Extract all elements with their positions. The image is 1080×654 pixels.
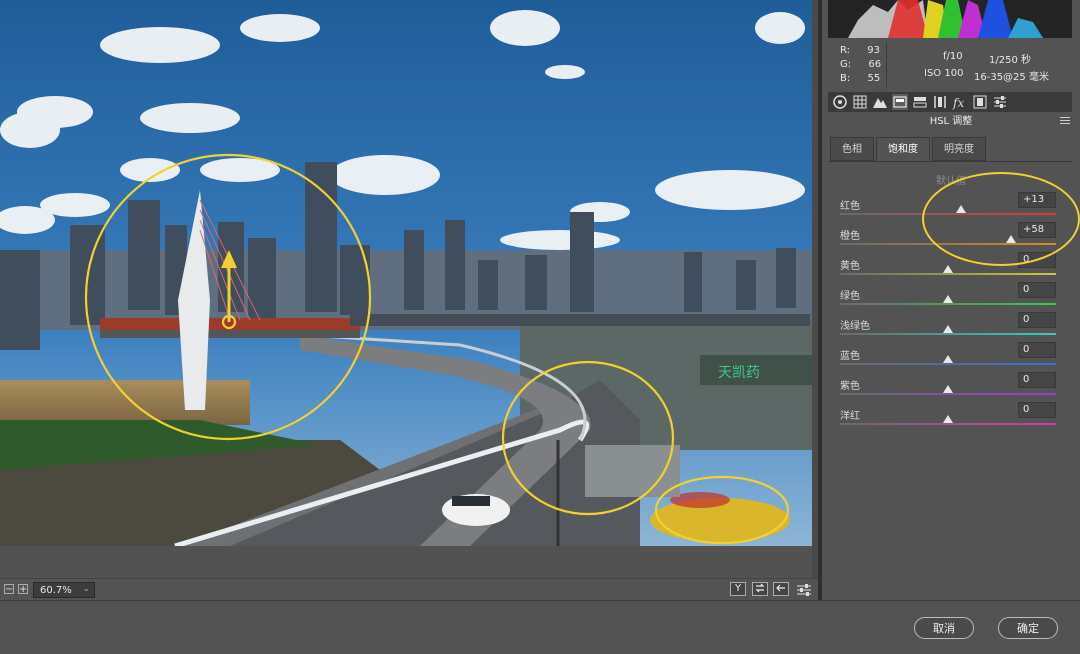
readout-divider bbox=[886, 43, 887, 87]
preview-settings-button[interactable] bbox=[796, 582, 812, 596]
slider-track[interactable] bbox=[840, 273, 1056, 275]
chevron-down-icon: ⌄ bbox=[82, 584, 90, 594]
shutter-speed: 1/250 秒 bbox=[989, 55, 1031, 66]
r-value: 93 bbox=[867, 45, 881, 56]
zoom-select[interactable]: 60.7% ⌄ bbox=[33, 582, 95, 598]
detail-tab-button[interactable] bbox=[872, 94, 888, 110]
slider-thumb[interactable] bbox=[943, 355, 953, 363]
slider-label: 浅绿色 bbox=[840, 321, 870, 332]
slider-label: 橙色 bbox=[840, 231, 860, 242]
tab-luminance[interactable]: 明亮度 bbox=[932, 137, 986, 161]
ok-button[interactable]: 确定 bbox=[998, 617, 1058, 639]
slider-track[interactable] bbox=[840, 243, 1056, 245]
panel-title: HSL 调整 bbox=[929, 116, 973, 127]
before-after-button[interactable]: Y bbox=[730, 582, 746, 596]
b-label: B: bbox=[840, 73, 851, 84]
slider-label: 红色 bbox=[840, 201, 860, 212]
zoom-value: 60.7% bbox=[40, 585, 72, 596]
pixel-readout: R: 93 G: 66 B: 55 f/10 1/250 秒 ISO 100 16-3… bbox=[828, 41, 1072, 90]
dialog-footer: 取消 确定 bbox=[0, 600, 1080, 654]
arrow-left-icon bbox=[776, 584, 785, 592]
zoom-out-button[interactable]: − bbox=[4, 584, 14, 595]
b-value: 55 bbox=[867, 73, 881, 84]
panel-menu-icon[interactable] bbox=[1060, 117, 1070, 125]
slider-value-input[interactable]: 0 bbox=[1018, 402, 1056, 418]
histogram-graph bbox=[848, 0, 1043, 38]
sliders-icon bbox=[797, 584, 811, 596]
tab-saturation[interactable]: 饱和度 bbox=[876, 137, 930, 161]
copy-settings-button[interactable] bbox=[773, 582, 789, 596]
slider-track[interactable] bbox=[840, 303, 1056, 305]
slider-thumb[interactable] bbox=[1005, 235, 1016, 243]
hsl-icon bbox=[893, 96, 907, 108]
hsl-tab-button[interactable] bbox=[892, 94, 908, 110]
calibration-tab-button[interactable] bbox=[972, 94, 988, 110]
photo-canvas: 天凯药 bbox=[0, 0, 812, 546]
slider-label: 蓝色 bbox=[840, 351, 860, 362]
slider-thumb[interactable] bbox=[943, 385, 953, 393]
swap-icon bbox=[755, 583, 765, 593]
tone-curve-tab-button[interactable] bbox=[852, 94, 868, 110]
r-label: R: bbox=[840, 45, 851, 56]
presets-tab-button[interactable] bbox=[992, 94, 1008, 110]
lens-icon bbox=[934, 96, 946, 108]
cancel-button[interactable]: 取消 bbox=[914, 617, 974, 639]
swap-settings-button[interactable] bbox=[752, 582, 768, 596]
presets-icon bbox=[994, 96, 1006, 108]
slider-value-input[interactable]: 0 bbox=[1018, 282, 1056, 298]
slider-track[interactable] bbox=[840, 333, 1056, 335]
split-tone-icon bbox=[913, 97, 927, 108]
slider-thumb[interactable] bbox=[943, 325, 953, 333]
slider-thumb[interactable] bbox=[943, 415, 953, 423]
basic-tab-button[interactable] bbox=[832, 94, 848, 110]
slider-thumb[interactable] bbox=[943, 265, 953, 273]
effects-tab-button[interactable]: fx bbox=[952, 94, 968, 110]
slider-track[interactable] bbox=[840, 393, 1056, 395]
photo-preview[interactable]: 天凯药 bbox=[0, 0, 812, 546]
adjustment-panel: R: 93 G: 66 B: 55 f/10 1/250 秒 ISO 100 16-3… bbox=[822, 0, 1080, 600]
lens: 16-35@25 毫米 bbox=[974, 72, 1049, 83]
preview-background bbox=[0, 546, 818, 578]
slider-label: 绿色 bbox=[840, 291, 860, 302]
mountain-icon bbox=[873, 98, 887, 108]
slider-value-input[interactable]: 0 bbox=[1018, 342, 1056, 358]
iso: ISO 100 bbox=[924, 68, 964, 79]
g-label: G: bbox=[840, 59, 852, 70]
slider-track[interactable] bbox=[840, 423, 1056, 425]
slider-track[interactable] bbox=[840, 363, 1056, 365]
sign-text: 天凯药 bbox=[718, 365, 760, 381]
slider-thumb[interactable] bbox=[943, 295, 953, 303]
tab-hue[interactable]: 色相 bbox=[830, 137, 874, 161]
slider-label: 洋红 bbox=[840, 411, 860, 422]
default-link[interactable]: 默认值 bbox=[822, 172, 1080, 187]
g-value: 66 bbox=[868, 59, 882, 70]
histogram bbox=[828, 0, 1072, 38]
slider-value-input[interactable]: 0 bbox=[1018, 372, 1056, 388]
slider-track[interactable] bbox=[840, 213, 1056, 215]
camera-calibration-icon bbox=[973, 95, 987, 109]
fx-icon: fx bbox=[952, 96, 964, 110]
slider-value-input[interactable]: 0 bbox=[1018, 252, 1056, 268]
slider-value-input[interactable]: +58 bbox=[1018, 222, 1056, 238]
aperture-icon bbox=[833, 95, 847, 109]
split-toning-tab-button[interactable] bbox=[912, 94, 928, 110]
panel-toolbar: fx bbox=[828, 92, 1072, 112]
slider-label: 紫色 bbox=[840, 381, 860, 392]
svg-text:fx: fx bbox=[952, 96, 964, 110]
slider-label: 黄色 bbox=[840, 261, 860, 272]
slider-value-input[interactable]: 0 bbox=[1018, 312, 1056, 328]
slider-thumb[interactable] bbox=[955, 205, 966, 213]
zoom-in-button[interactable]: + bbox=[18, 584, 28, 595]
lens-corrections-tab-button[interactable] bbox=[932, 94, 948, 110]
slider-value-input[interactable]: +13 bbox=[1018, 192, 1056, 208]
slider-row: 洋红 0 bbox=[840, 402, 1056, 437]
hsl-tabs: 色相 饱和度 明亮度 bbox=[828, 137, 1072, 162]
grid-icon bbox=[853, 95, 867, 109]
aperture: f/10 bbox=[943, 51, 963, 62]
